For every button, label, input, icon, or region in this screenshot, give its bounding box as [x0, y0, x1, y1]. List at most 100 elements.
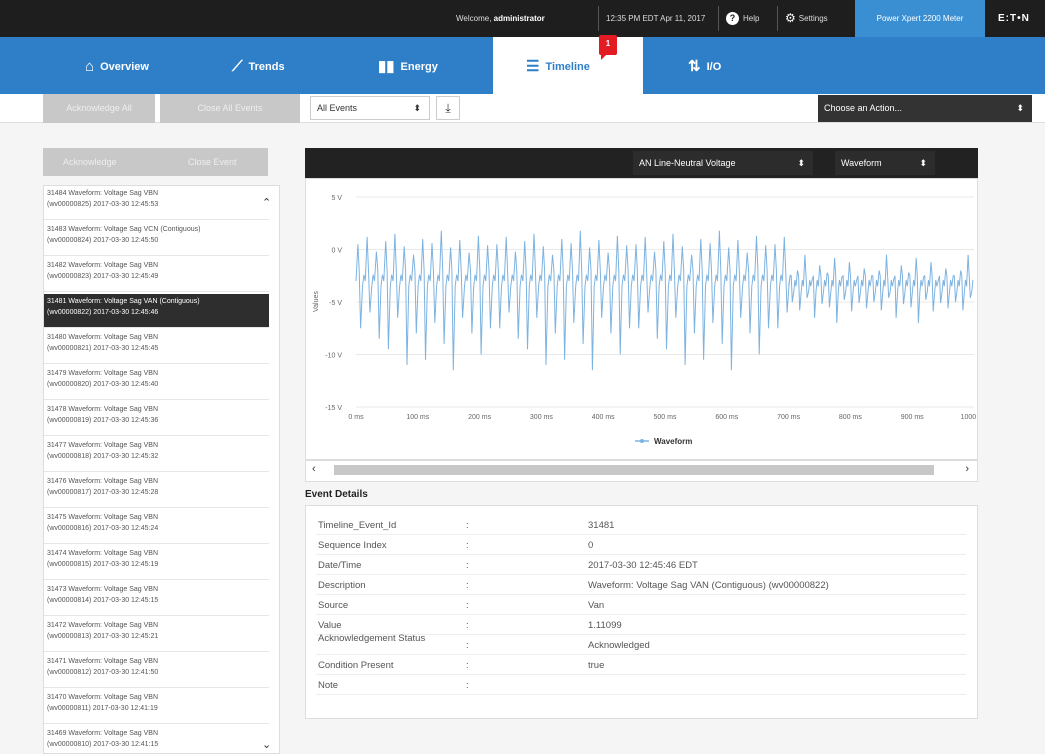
acknowledge-button[interactable]: Acknowledge [63, 148, 117, 176]
action-select[interactable]: Choose an Action... ⬍ [818, 95, 1032, 122]
event-list-item[interactable]: 31479 Waveform: Voltage Sag VBN (wv000008… [44, 366, 269, 400]
channel-select[interactable]: AN Line-Neutral Voltage ⬍ [633, 151, 813, 175]
x-tick-label: 600 ms [715, 414, 738, 421]
event-id-time: (wv00000810) 2017-03-30 12:41:15 [47, 741, 159, 748]
updown-arrow-icon: ⬍ [919, 158, 927, 168]
event-list-item[interactable]: 31470 Waveform: Voltage Sag VBN (wv000008… [44, 690, 269, 724]
settings-link[interactable]: ⚙ Settings [785, 0, 828, 37]
close-event-button[interactable]: Close Event [188, 148, 237, 176]
event-id-time: (wv00000824) 2017-03-30 12:45:50 [47, 237, 159, 244]
y-tick-label: 0 V [331, 248, 342, 255]
event-title: 31474 Waveform: Voltage Sag VBN [47, 550, 159, 557]
event-filter-select[interactable]: All Events ⬍ [310, 96, 430, 120]
x-tick-label: 500 ms [654, 414, 677, 421]
event-title: 31478 Waveform: Voltage Sag VBN [47, 406, 159, 413]
notification-badge[interactable]: 1 [599, 35, 617, 60]
event-title: 31482 Waveform: Voltage Sag VBN [47, 262, 159, 269]
y-tick-label: 5 V [331, 195, 342, 202]
meter-name[interactable]: Power Xpert 2200 Meter [855, 0, 985, 37]
updown-arrow-icon: ⬍ [413, 103, 421, 113]
event-id-time: (wv00000820) 2017-03-30 12:45:40 [47, 381, 159, 388]
x-tick-label: 200 ms [468, 414, 491, 421]
toolbar: Acknowledge All Close All Events All Eve… [0, 94, 1045, 123]
tab-trends[interactable]: ⟋ Trends [232, 37, 285, 94]
tab-timeline[interactable]: ☰ Timeline 1 [493, 35, 643, 94]
tab-label: Overview [100, 61, 149, 73]
select-value: All Events [317, 103, 358, 113]
detail-separator: : [466, 660, 469, 671]
detail-value: Acknowledged [588, 640, 650, 651]
event-id-time: (wv00000822) 2017-03-30 12:45:46 [47, 309, 159, 316]
detail-row: Acknowledgement Status: Acknowledged [316, 634, 966, 655]
view-select[interactable]: Waveform ⬍ [835, 151, 935, 175]
detail-separator: : [466, 540, 469, 551]
help-icon: ? [726, 12, 739, 26]
tab-energy[interactable]: ▮▮ Energy [378, 37, 438, 94]
event-title: 31484 Waveform: Voltage Sag VBN [47, 190, 159, 197]
scroll-down-icon[interactable]: ⌄ [262, 738, 271, 751]
event-list-item[interactable]: 31475 Waveform: Voltage Sag VBN (wv000008… [44, 510, 269, 544]
y-tick-label: -10 V [325, 353, 342, 360]
event-list-item[interactable]: 31478 Waveform: Voltage Sag VBN (wv000008… [44, 402, 269, 436]
y-tick-label: -15 V [325, 405, 342, 412]
event-list-item[interactable]: 31483 Waveform: Voltage Sag VCN (Contigu… [44, 222, 269, 256]
event-list-item[interactable]: 31472 Waveform: Voltage Sag VBN (wv000008… [44, 618, 269, 652]
event-list-item[interactable]: 31484 Waveform: Voltage Sag VBN (wv000008… [44, 186, 269, 220]
x-tick-label: 300 ms [530, 414, 553, 421]
event-title: 31473 Waveform: Voltage Sag VBN [47, 586, 159, 593]
event-id-time: (wv00000825) 2017-03-30 12:45:53 [47, 201, 159, 208]
tab-overview[interactable]: ⌂ Overview [85, 37, 149, 94]
chart-svg: 5 V 0 V -5 V -10 V -15 V Values 0 ms 100 ms 200 … [313, 195, 988, 446]
event-list-item[interactable]: 31481 Waveform: Voltage Sag VAN (Contigu… [44, 294, 269, 328]
detail-value: true [588, 660, 605, 671]
detail-row: Date/Time: 2017-03-30 12:45:46 EDT [316, 556, 966, 575]
download-button[interactable]: ⤓ [436, 96, 460, 120]
event-list-item[interactable]: 31480 Waveform: Voltage Sag VBN (wv000008… [44, 330, 269, 364]
event-list-item[interactable]: 31471 Waveform: Voltage Sag VBN (wv000008… [44, 654, 269, 688]
close-all-events-button[interactable]: Close All Events [160, 94, 300, 123]
detail-separator: : [466, 640, 469, 651]
event-list-item[interactable]: 31476 Waveform: Voltage Sag VBN (wv000008… [44, 474, 269, 508]
event-title: 31472 Waveform: Voltage Sag VBN [47, 622, 159, 629]
detail-separator: : [466, 560, 469, 571]
event-title: 31475 Waveform: Voltage Sag VBN [47, 514, 159, 521]
event-id-time: (wv00000823) 2017-03-30 12:45:49 [47, 273, 159, 280]
tab-io[interactable]: ⇅ I/O [688, 37, 721, 94]
chart-header: AN Line-Neutral Voltage ⬍ Waveform ⬍ [305, 148, 978, 178]
divider [777, 6, 778, 31]
x-tick-label: 800 ms [839, 414, 862, 421]
legend-label: Waveform [654, 437, 692, 446]
list-icon: ☰ [526, 58, 540, 76]
x-tick-label: 0 ms [348, 414, 364, 421]
event-list-item[interactable]: 31482 Waveform: Voltage Sag VBN (wv000008… [44, 258, 269, 292]
detail-value: Van [588, 600, 605, 611]
event-list-item[interactable]: 31477 Waveform: Voltage Sag VBN (wv000008… [44, 438, 269, 472]
scrollbar-thumb[interactable] [334, 465, 934, 475]
detail-separator: : [466, 580, 469, 591]
tab-label: Timeline [545, 61, 590, 73]
event-list-item[interactable]: 31469 Waveform: Voltage Sag VBN (wv000008… [44, 726, 269, 753]
help-link[interactable]: ? Help [726, 0, 759, 37]
event-id-time: (wv00000815) 2017-03-30 12:45:19 [47, 561, 159, 568]
event-title: 31480 Waveform: Voltage Sag VBN [47, 334, 159, 341]
scroll-left-icon[interactable]: ‹ [312, 463, 316, 475]
event-list-item[interactable]: 31473 Waveform: Voltage Sag VBN (wv000008… [44, 582, 269, 616]
detail-value: 31481 [588, 520, 615, 531]
scroll-up-icon[interactable]: ⌃ [262, 196, 271, 209]
home-icon: ⌂ [85, 58, 95, 76]
download-icon: ⤓ [445, 101, 451, 115]
event-list[interactable]: 31484 Waveform: Voltage Sag VBN (wv000008… [43, 185, 280, 754]
event-id-time: (wv00000816) 2017-03-30 12:45:24 [47, 525, 159, 532]
detail-label: Sequence Index [318, 540, 387, 551]
io-arrows-icon: ⇅ [688, 58, 701, 76]
detail-separator: : [466, 600, 469, 611]
acknowledge-all-button[interactable]: Acknowledge All [43, 94, 155, 123]
event-list-item[interactable]: 31474 Waveform: Voltage Sag VBN (wv000008… [44, 546, 269, 580]
event-title: 31479 Waveform: Voltage Sag VBN [47, 370, 159, 377]
event-id-time: (wv00000818) 2017-03-30 12:45:32 [47, 453, 159, 460]
scroll-right-icon[interactable]: › [965, 463, 969, 475]
divider [718, 6, 719, 31]
x-tick-label: 700 ms [777, 414, 800, 421]
waveform-chart[interactable]: 5 V 0 V -5 V -10 V -15 V Values 0 ms 100 ms 200 … [305, 178, 988, 460]
chart-scrollbar[interactable]: ‹ › [305, 460, 978, 482]
